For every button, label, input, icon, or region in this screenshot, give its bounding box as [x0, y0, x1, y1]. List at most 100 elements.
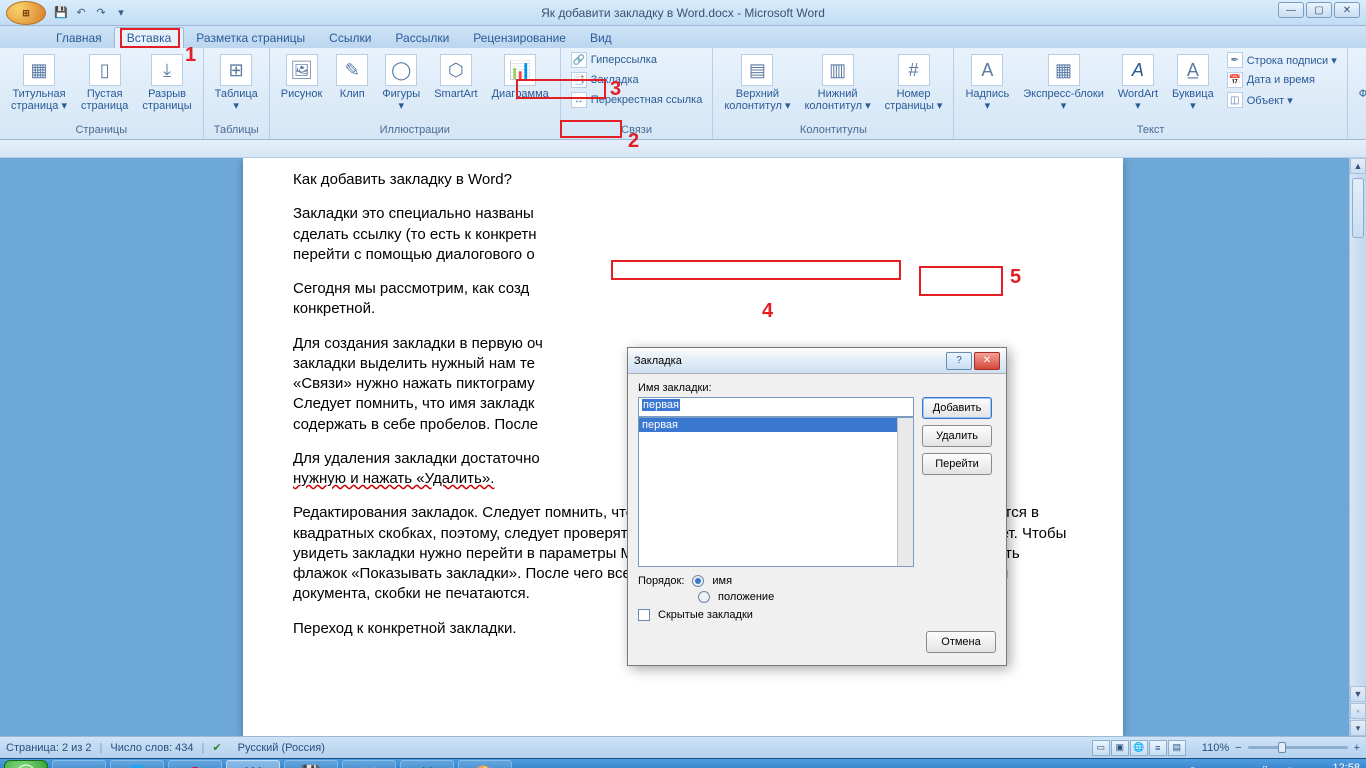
- status-words[interactable]: Число слов: 434: [110, 742, 193, 754]
- windows-taskbar: Ⓢ 🌐 O W 💾 📁 X 🎨 RU ❔ ▲ ⚑ 🖧 🔊 12:58 16.12…: [0, 758, 1366, 768]
- view-draft[interactable]: ▤: [1168, 740, 1186, 756]
- dropcap-button[interactable]: A̲Буквица ▾: [1167, 51, 1219, 115]
- group-hf-label: Колонтитулы: [719, 122, 947, 139]
- group-tables-label: Таблицы: [210, 122, 263, 139]
- footer-button[interactable]: ▥Нижний колонтитул ▾: [800, 51, 876, 115]
- hyperlink-button[interactable]: 🔗Гиперссылка: [567, 51, 707, 69]
- scroll-up-icon[interactable]: ▲: [1350, 158, 1366, 174]
- scroll-down-icon[interactable]: ▼: [1350, 686, 1366, 702]
- clipart-button[interactable]: ✎Клип: [331, 51, 373, 103]
- taskbar-paint[interactable]: 🎨: [458, 760, 512, 768]
- bookmark-icon: 📑: [571, 72, 587, 88]
- table-button[interactable]: ⊞Таблица ▾: [210, 51, 263, 115]
- ribbon-tabs: Главная Вставка Разметка страницы Ссылки…: [0, 26, 1366, 48]
- group-pages: ▦Титульная страница ▾ ▯Пустая страница ⤓…: [0, 48, 204, 139]
- taskbar-excel[interactable]: X: [400, 760, 454, 768]
- doc-paragraph: Сегодня мы рассмотрим, как созд конкретн…: [293, 279, 1073, 320]
- hidden-bookmarks-checkbox[interactable]: [638, 609, 650, 621]
- bookmark-name-label: Имя закладки:: [638, 382, 996, 394]
- picture-button[interactable]: 🖼Рисунок: [276, 51, 328, 103]
- taskbar-explorer[interactable]: 📁: [342, 760, 396, 768]
- textbox-button[interactable]: AНадпись ▾: [960, 51, 1014, 115]
- start-button[interactable]: [4, 760, 48, 768]
- tab-review[interactable]: Рецензирование: [461, 28, 578, 48]
- prev-page-icon[interactable]: ◦: [1350, 703, 1366, 719]
- zoom-out-icon[interactable]: −: [1235, 742, 1241, 754]
- tab-home[interactable]: Главная: [44, 28, 114, 48]
- quick-parts-button[interactable]: ▦Экспресс-блоки ▾: [1018, 51, 1109, 115]
- cross-ref-icon: ↔: [571, 92, 587, 108]
- dialog-close-button[interactable]: ✕: [974, 352, 1000, 370]
- tab-references[interactable]: Ссылки: [317, 28, 383, 48]
- goto-button[interactable]: Перейти: [922, 453, 992, 475]
- bookmark-name-input[interactable]: первая: [638, 397, 914, 417]
- close-button[interactable]: ✕: [1334, 2, 1360, 18]
- vertical-scrollbar[interactable]: ▲ ▼ ◦ ▾: [1349, 158, 1366, 736]
- ribbon: ▦Титульная страница ▾ ▯Пустая страница ⤓…: [0, 48, 1366, 140]
- bookmark-list[interactable]: первая: [638, 417, 914, 567]
- qat-save-icon[interactable]: 💾: [54, 6, 68, 20]
- annotation-num-5: 5: [1010, 266, 1021, 289]
- cross-reference-button[interactable]: ↔Перекрестная ссылка: [567, 91, 707, 109]
- view-fullscreen[interactable]: ▣: [1111, 740, 1129, 756]
- view-outline[interactable]: ≡: [1149, 740, 1167, 756]
- cover-page-button[interactable]: ▦Титульная страница ▾: [6, 51, 72, 115]
- next-page-icon[interactable]: ▾: [1350, 720, 1366, 736]
- scroll-thumb[interactable]: [1352, 178, 1364, 238]
- sort-name-radio[interactable]: [692, 575, 704, 587]
- taskbar-chrome[interactable]: 🌐: [110, 760, 164, 768]
- taskbar-word[interactable]: W: [226, 760, 280, 768]
- dialog-titlebar[interactable]: Закладка ? ✕: [628, 348, 1006, 374]
- horizontal-ruler[interactable]: [0, 140, 1366, 158]
- page-number-button[interactable]: #Номер страницы ▾: [880, 51, 948, 115]
- zoom-value[interactable]: 110%: [1202, 742, 1229, 754]
- qat-customize-icon[interactable]: ▾: [114, 6, 128, 20]
- zoom-slider[interactable]: [1248, 746, 1348, 749]
- bookmark-list-item[interactable]: первая: [639, 418, 913, 432]
- signature-line-button[interactable]: ✒Строка подписи ▾: [1223, 51, 1341, 69]
- header-button[interactable]: ▤Верхний колонтитул ▾: [719, 51, 795, 115]
- chart-button[interactable]: 📊Диаграмма: [487, 51, 554, 103]
- qat-redo-icon[interactable]: ↷: [94, 6, 108, 20]
- taskbar-skype[interactable]: Ⓢ: [52, 760, 106, 768]
- wordart-button[interactable]: AWordArt ▾: [1113, 51, 1163, 115]
- tab-view[interactable]: Вид: [578, 28, 624, 48]
- shapes-button[interactable]: ◯Фигуры ▾: [377, 51, 425, 115]
- minimize-button[interactable]: —: [1278, 2, 1304, 18]
- office-button[interactable]: ⊞: [6, 1, 46, 25]
- status-lang[interactable]: Русский (Россия): [238, 742, 325, 754]
- equation-button[interactable]: πФормула ▾: [1354, 51, 1366, 115]
- status-bar: Страница: 2 из 2 | Число слов: 434 | ✔ Р…: [0, 736, 1366, 758]
- tab-mailings[interactable]: Рассылки: [383, 28, 461, 48]
- window-title: Як добавити закладку в Word.docx - Micro…: [541, 6, 825, 20]
- list-scrollbar[interactable]: [897, 418, 913, 566]
- taskbar-app-save[interactable]: 💾: [284, 760, 338, 768]
- cancel-button[interactable]: Отмена: [926, 631, 996, 653]
- group-illustrations-label: Иллюстрации: [276, 122, 554, 139]
- date-time-button[interactable]: 📅Дата и время: [1223, 71, 1341, 89]
- tab-page-layout[interactable]: Разметка страницы: [184, 28, 317, 48]
- object-button[interactable]: ◫Объект ▾: [1223, 91, 1341, 109]
- group-symbols-label: Символы: [1354, 122, 1366, 139]
- taskbar-opera[interactable]: O: [168, 760, 222, 768]
- maximize-button[interactable]: ▢: [1306, 2, 1332, 18]
- tab-insert[interactable]: Вставка: [114, 27, 185, 48]
- blank-page-button[interactable]: ▯Пустая страница: [76, 51, 133, 115]
- dialog-help-button[interactable]: ?: [946, 352, 972, 370]
- group-text: AНадпись ▾ ▦Экспресс-блоки ▾ AWordArt ▾ …: [954, 48, 1347, 139]
- doc-heading: Как добавить закладку в Word?: [293, 170, 1073, 190]
- zoom-in-icon[interactable]: +: [1354, 742, 1360, 754]
- delete-button[interactable]: Удалить: [922, 425, 992, 447]
- status-page[interactable]: Страница: 2 из 2: [6, 742, 92, 754]
- add-button[interactable]: Добавить: [922, 397, 992, 419]
- window-titlebar: ⊞ 💾 ↶ ↷ ▾ Як добавити закладку в Word.do…: [0, 0, 1366, 26]
- bookmark-button[interactable]: 📑Закладка: [567, 71, 707, 89]
- view-web[interactable]: 🌐: [1130, 740, 1148, 756]
- smartart-button[interactable]: ⬡SmartArt: [429, 51, 482, 103]
- qat-undo-icon[interactable]: ↶: [74, 6, 88, 20]
- view-print-layout[interactable]: ▭: [1092, 740, 1110, 756]
- sort-position-radio[interactable]: [698, 591, 710, 603]
- tray-clock[interactable]: 12:58 16.12.2016: [1305, 762, 1360, 768]
- proofing-icon[interactable]: ✔: [212, 741, 221, 754]
- group-text-label: Текст: [960, 122, 1340, 139]
